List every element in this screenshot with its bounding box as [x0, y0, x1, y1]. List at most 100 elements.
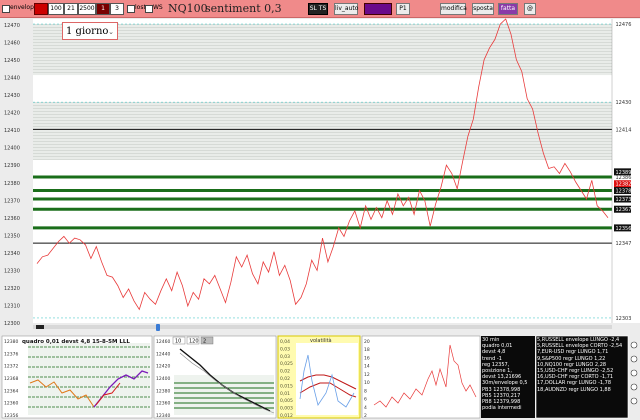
y-tick-label: 12350 [4, 233, 20, 239]
panel-selector-radio[interactable] [630, 397, 638, 405]
timeframe-select[interactable]: 1 giorno ⌄ [62, 22, 118, 40]
panel-tick: 20 [364, 339, 370, 345]
svg-text:120: 120 [189, 339, 199, 345]
y-tick-label: 12420 [4, 111, 20, 117]
svg-text:12356: 12356 [616, 226, 632, 232]
toolbar: envelope 100 21 2500 1 3 lost WS NQ100 s… [0, 0, 640, 18]
panel-selector-radio[interactable] [630, 341, 638, 349]
horizontal-scrollbar [33, 325, 612, 329]
svg-text:12303: 12303 [616, 316, 632, 322]
panel-tick: 12368 [4, 376, 18, 382]
panel-tick: 12420 [156, 364, 170, 370]
panel-tick: 12440 [156, 351, 170, 357]
chevron-down-icon: ⌄ [108, 28, 114, 36]
price-label: 12347 [616, 241, 632, 247]
panel-selector-radio[interactable] [630, 383, 638, 391]
panel-tick: 0,02 [280, 369, 290, 375]
panel-selector-radio[interactable] [630, 369, 638, 377]
svg-text:12347: 12347 [616, 241, 632, 247]
y-tick-label: 12380 [4, 181, 20, 187]
ws-label: WS [153, 4, 163, 11]
svg-text:12382: 12382 [616, 182, 632, 188]
y-tick-label: 12440 [4, 76, 20, 82]
panel-tick: 18 [364, 347, 370, 353]
panel-1-plot [28, 343, 150, 415]
panel-tick: 0,005 [280, 398, 293, 404]
price-label: 12386 [616, 175, 632, 181]
field-21[interactable]: 21 [64, 3, 78, 15]
svg-text:12430: 12430 [616, 100, 632, 106]
y-tick-label: 12340 [4, 251, 20, 257]
p1-button[interactable]: P1 [396, 3, 410, 15]
panel-tick: 0,03 [280, 354, 290, 360]
y-tick-label: 12400 [4, 146, 20, 152]
svg-text:2: 2 [203, 339, 206, 345]
scrollbar-thumb[interactable] [156, 324, 160, 331]
modifica-button[interactable]: modifica [440, 3, 467, 15]
price-label: 12378 [614, 187, 631, 195]
price-label: 12430 [616, 100, 632, 106]
scrollbar-left-handle [36, 325, 44, 329]
price-label: 12476 [616, 22, 632, 28]
sentiment-text: sentiment 0,3 [205, 2, 282, 15]
price-label: 12303 [616, 316, 632, 322]
timeframe-value: 1 giorno [66, 26, 109, 37]
panel-tick: 0,02 [280, 376, 290, 382]
instrument-title: NQ100 [168, 2, 208, 15]
y-tick-label: 12410 [4, 128, 20, 134]
price-label: 12367 [614, 205, 632, 213]
panel-tick: 4 [364, 405, 367, 411]
panel-tick: 12356 [4, 413, 18, 419]
field-2500[interactable]: 2500 [78, 3, 96, 15]
panel-tick: 10 [364, 380, 370, 386]
panel-tick: 12460 [156, 339, 170, 345]
panel-tick: 0,003 [280, 406, 293, 412]
color-swatch[interactable] [34, 3, 48, 15]
panel-2-tab[interactable]: 10 [172, 336, 186, 345]
svg-text:12373: 12373 [616, 197, 632, 203]
liv-auto-button[interactable]: liv_auto [334, 3, 358, 15]
svg-text:12378: 12378 [616, 189, 632, 195]
main-price-chart[interactable]: 12470 12460 12450 12440 12430 12420 12410 12400… [0, 17, 640, 335]
svg-text:12476: 12476 [616, 22, 632, 28]
panel-tick: 12380 [4, 339, 18, 345]
svg-text:12386: 12386 [616, 175, 632, 181]
panel-2-tab[interactable]: 120 [186, 336, 200, 345]
panel-tick: 6 [364, 397, 367, 403]
status-info-panel: 30 min quadro 0,01 devst 4,8 trend -1 re… [482, 337, 528, 412]
panel-selector-radio[interactable] [630, 355, 638, 363]
y-tick-label: 12310 [4, 303, 20, 309]
y-tick-label: 12320 [4, 286, 20, 292]
panel-tick: 12340 [156, 413, 170, 419]
price-label: 12414 [616, 127, 632, 133]
panel-tick: 12380 [156, 388, 170, 394]
svg-text:12367: 12367 [616, 207, 632, 213]
signals-panel: 5,RUSSELL envelope LUNGO -2,4 5,RUSSELL … [537, 337, 623, 393]
fatta-button[interactable]: fatta [498, 3, 518, 15]
y-tick-label: 12360 [4, 216, 20, 222]
panel-tick: 12360 [4, 401, 18, 407]
y-tick-label: 12390 [4, 163, 20, 169]
panel-3-label: volatilità [310, 337, 332, 344]
panel-2-tab[interactable]: 2 [200, 336, 214, 345]
panel-tick: 12372 [4, 364, 18, 370]
lost-checkbox[interactable] [127, 5, 135, 13]
sl-ts-button[interactable]: SL TS [308, 3, 328, 15]
dark-field[interactable]: 1 [96, 3, 110, 15]
panel-2-zone [174, 375, 274, 415]
y-tick-label: 12370 [4, 198, 20, 204]
panel-tick: 12360 [156, 401, 170, 407]
svg-text:10: 10 [175, 339, 181, 345]
ws-checkbox[interactable] [145, 5, 153, 13]
field-3[interactable]: 3 [110, 3, 124, 15]
panel-tick: 0,01 [280, 391, 290, 397]
price-label: 12356 [614, 224, 631, 232]
at-button[interactable]: @ [524, 3, 536, 15]
panel-tick: 2 [364, 413, 367, 419]
field-100[interactable]: 100 [48, 3, 64, 15]
sposta-button[interactable]: sposta [472, 3, 494, 15]
purple-swatch[interactable] [364, 3, 392, 15]
panel-tick: 0,012 [280, 413, 293, 419]
envelope-checkbox[interactable] [2, 5, 10, 13]
y-tick-label: 12470 [4, 23, 20, 29]
